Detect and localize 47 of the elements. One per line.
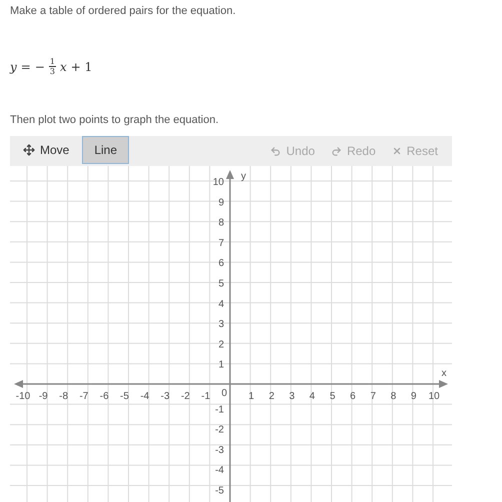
tick-label: 10 <box>428 391 440 402</box>
tick-label: 1 <box>218 360 224 371</box>
tick-label: 2 <box>218 339 224 350</box>
tick-label: 3 <box>218 319 224 330</box>
tick-label: -5 <box>215 486 224 496</box>
tick-label: -2 <box>215 424 224 436</box>
tick-label: -5 <box>120 391 129 402</box>
tool-button[interactable]: Line <box>82 136 130 164</box>
tick-label: 1 <box>248 391 254 402</box>
tick-label: 6 <box>350 391 356 402</box>
origin-label: 0 <box>221 388 227 399</box>
tick-label: 2 <box>268 391 274 402</box>
instruction-text: Then plot two points to graph the equation. <box>10 113 219 128</box>
instruction-text: Make a table of ordered pairs for the equation. <box>10 4 236 19</box>
tool-button[interactable]: Move <box>14 136 78 164</box>
tick-label: 9 <box>218 197 224 208</box>
close-icon <box>392 146 402 156</box>
tick-label: -3 <box>160 391 170 402</box>
tick-label: -4 <box>140 391 150 402</box>
tick-label: -6 <box>100 391 109 402</box>
coordinate-grid[interactable]: x y -10 -9 -8 -7 -6 -5 -4 -3 -2 -1 0 1 2 3 4 5 6 7 8 9 10 10 9 8 7 6 5 4 3 2 1 -1 -2 -3 -4 -5 <box>10 166 452 502</box>
tick-label: -1 <box>215 404 224 416</box>
undo-icon <box>270 146 282 156</box>
tick-label: 9 <box>410 391 416 402</box>
redo-icon <box>330 146 342 156</box>
tick-label: 3 <box>289 391 295 402</box>
tick-label: 4 <box>218 298 224 310</box>
tick-label: -7 <box>79 391 88 402</box>
tick-label: 7 <box>218 238 224 249</box>
tick-label: 8 <box>218 218 224 229</box>
tick-label: 5 <box>218 278 224 290</box>
tick-label: -1 <box>201 391 210 402</box>
tick-label: 6 <box>218 258 224 270</box>
tick-label: -2 <box>180 391 190 402</box>
move-icon <box>23 144 35 156</box>
tick-label: 7 <box>370 391 376 402</box>
tick-label: -9 <box>38 391 48 402</box>
tick-label: -4 <box>215 465 224 476</box>
axis-label: x <box>442 368 446 379</box>
tick-label: 8 <box>390 391 396 402</box>
tick-label: -10 <box>16 391 30 402</box>
axis-label: y <box>241 171 246 182</box>
tick-label: -3 <box>215 444 224 456</box>
tick-label: 10 <box>212 177 224 188</box>
tick-label: 4 <box>309 391 315 402</box>
tick-label: -8 <box>59 391 68 402</box>
tick-label: 5 <box>330 391 336 402</box>
